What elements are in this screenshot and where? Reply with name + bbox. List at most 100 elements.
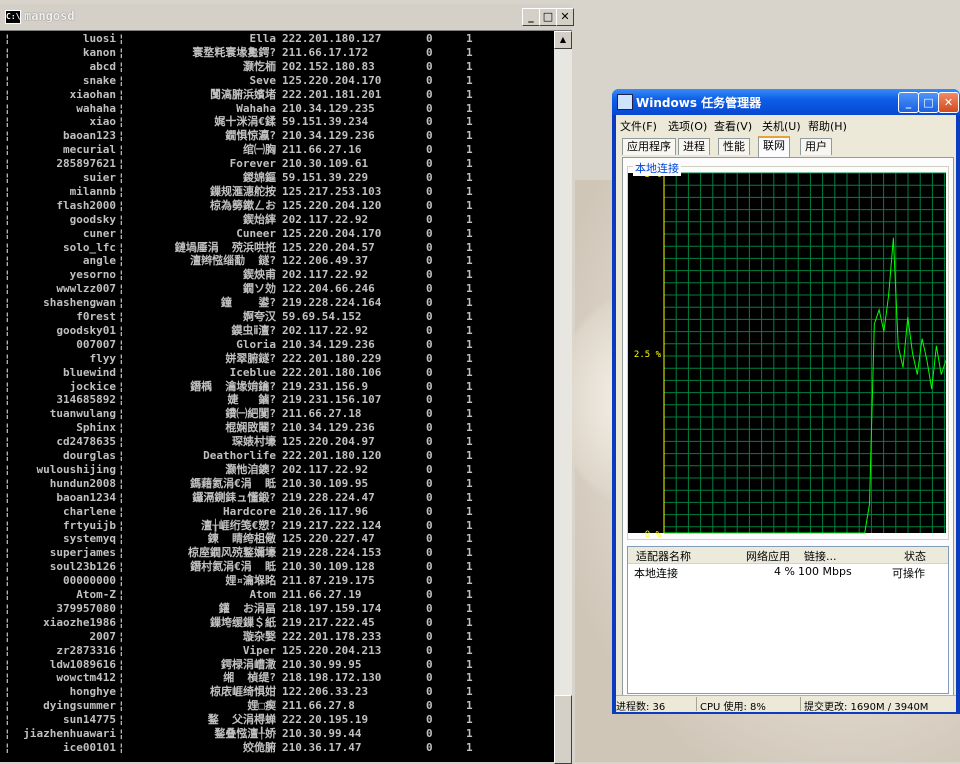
taskmgr-icon[interactable]: [617, 94, 633, 110]
console-value: 0: [426, 45, 433, 59]
column-separator: ¦: [118, 462, 125, 476]
ip-address: 210.34.129.236: [282, 129, 375, 143]
column-separator: ¦: [118, 518, 125, 532]
account-name: baoan1234: [56, 490, 116, 504]
console-line: ¦ snake ¦ Seve 125.220.204.170 0 1: [0, 74, 554, 88]
console-value: 0: [426, 407, 433, 421]
menu-file[interactable]: 文件(F): [620, 118, 657, 134]
console-value: 0: [426, 240, 433, 254]
character-name: 婀夸汉: [243, 310, 276, 323]
col-adapter-name[interactable]: 适配器名称: [636, 548, 691, 564]
ip-address: 211.66.27.8: [282, 699, 355, 713]
console-output[interactable]: ¦ luosi ¦ Ella 222.201.180.127 0 1 ¦ kanon ¦ 寰堥粍寰堟…: [0, 31, 554, 762]
column-separator: ¦: [4, 462, 11, 476]
column-separator: ¦: [4, 393, 11, 407]
account-name: goodsky: [69, 212, 116, 226]
col-state[interactable]: 状态: [904, 548, 926, 564]
adapter-table[interactable]: 适配器名称 网络应用 链接... 状态 本地连接 4 % 100 Mbps 可操…: [627, 546, 949, 694]
column-separator: ¦: [4, 643, 11, 657]
account-name: 2007: [89, 629, 117, 643]
ip-address: 59.151.39.229: [282, 171, 369, 184]
account-name: suier: [82, 171, 116, 184]
account-name: sun14775: [63, 713, 116, 727]
console-line: ¦ goodsky ¦ 鍥炲繂 202.117.22.92 0 1: [0, 213, 554, 227]
minimize-button[interactable]: _: [522, 8, 540, 26]
menu-options[interactable]: 选项(O): [668, 118, 707, 134]
tab-applications[interactable]: 应用程序: [622, 138, 676, 155]
column-separator: ¦: [4, 87, 11, 101]
ip-address: 211.66.27.16: [282, 143, 362, 157]
character-name: 鍥炴甫: [243, 268, 276, 282]
scroll-thumb[interactable]: [554, 695, 572, 764]
account-name: flash2000: [56, 198, 116, 212]
maximize-button[interactable]: □: [539, 8, 557, 26]
console-icon[interactable]: C:\: [5, 10, 21, 24]
ip-address: 218.198.172.130: [282, 671, 382, 685]
console-value: 1: [466, 699, 473, 713]
console-titlebar[interactable]: C:\ mangosd _ □ ✕: [0, 4, 574, 31]
close-button[interactable]: ✕: [938, 92, 959, 113]
column-separator: ¦: [4, 504, 11, 518]
console-value: 0: [426, 282, 433, 296]
account-name: superjames: [49, 546, 116, 560]
ip-address: 125.220.204.57: [282, 240, 375, 254]
tab-networking[interactable]: 联网: [758, 136, 790, 157]
console-value: 1: [466, 643, 473, 657]
character-name: 鐘 鍙?: [220, 296, 276, 310]
console-value: 1: [466, 435, 473, 449]
menu-help[interactable]: 帮助(H): [808, 118, 847, 134]
console-value: 1: [466, 87, 473, 101]
minimize-button[interactable]: _: [898, 92, 919, 113]
console-line: ¦ yesorno ¦ 鍥炴甫 202.117.22.92 0 1: [0, 268, 554, 282]
console-value: 0: [426, 143, 433, 157]
console-line: ¦ wuloushijing ¦ 灏忚洎鐭? 202.117.22.92 0 1: [0, 463, 554, 477]
console-line: ¦ superjames ¦ 椋庢鐗风殑鐜嬭壕 219.228.224.153 0 1: [0, 546, 554, 560]
character-name: 灏忔栭: [243, 59, 276, 73]
character-name: Forever: [229, 157, 276, 171]
tab-performance[interactable]: 性能: [718, 138, 750, 155]
console-line: ¦ honghye ¦ 椋庡崕绮惧姏 122.206.33.23 0 1: [0, 685, 554, 699]
account-name: cuner: [82, 226, 116, 240]
menu-view[interactable]: 查看(V): [714, 118, 752, 134]
col-link-speed[interactable]: 链接...: [804, 548, 837, 564]
column-separator: ¦: [4, 323, 11, 337]
character-name: 澶╁崕绗笺€愬?: [201, 518, 276, 532]
ip-address: 125.220.204.170: [282, 73, 382, 87]
account-name: 314685892: [56, 393, 116, 407]
character-name: 鏁规滙潓舵按: [210, 184, 276, 198]
status-divider: [696, 697, 697, 711]
column-separator: ¦: [4, 435, 11, 449]
account-name: jiazhenhuawari: [23, 727, 116, 740]
account-name: frtyuijb: [63, 518, 116, 532]
account-name: tuanwulang: [49, 407, 116, 421]
console-value: 1: [466, 184, 473, 198]
character-name: 娌¤瀹堢眳: [225, 574, 276, 588]
tab-users[interactable]: 用户: [800, 138, 832, 155]
tab-processes[interactable]: 进程: [678, 138, 710, 155]
console-value: 1: [466, 504, 473, 518]
close-button[interactable]: ✕: [556, 8, 574, 26]
ip-address: 211.66.17.172: [282, 45, 369, 59]
ip-address: 210.30.99.44: [282, 727, 362, 740]
taskmgr-titlebar[interactable]: Windows 任务管理器 _ □ ✕: [612, 89, 960, 115]
character-name: 鐕村氦涓€涓 眡: [190, 560, 276, 574]
column-separator: ¦: [118, 45, 125, 59]
column-separator: ¦: [118, 393, 125, 407]
menu-shutdown[interactable]: 关机(U): [762, 118, 801, 134]
console-line: ¦ baoan123 ¦ 鐗惧惊瀛? 210.34.129.236 0 1: [0, 129, 554, 143]
column-separator: ¦: [118, 685, 125, 699]
column-separator: ¦: [118, 615, 125, 629]
col-network-usage[interactable]: 网络应用: [746, 548, 790, 564]
account-name: wwwlzz007: [56, 282, 116, 296]
y-tick-label: 0 %: [645, 530, 662, 539]
console-value: 1: [466, 282, 473, 296]
console-scrollbar[interactable]: ▲: [554, 31, 572, 764]
column-separator: ¦: [4, 240, 11, 254]
account-name: xiaozhe1986: [43, 615, 116, 629]
console-line: ¦ solo_lfc ¦ 鏈堝厜涓 殑浜哄拰 125.220.204.57 0 1: [0, 241, 554, 255]
adapter-name-cell[interactable]: 本地连接: [634, 565, 678, 581]
maximize-button[interactable]: □: [918, 92, 939, 113]
account-name: dyingsummer: [43, 699, 116, 713]
column-separator: ¦: [118, 379, 125, 393]
scroll-up-icon[interactable]: ▲: [554, 31, 572, 49]
